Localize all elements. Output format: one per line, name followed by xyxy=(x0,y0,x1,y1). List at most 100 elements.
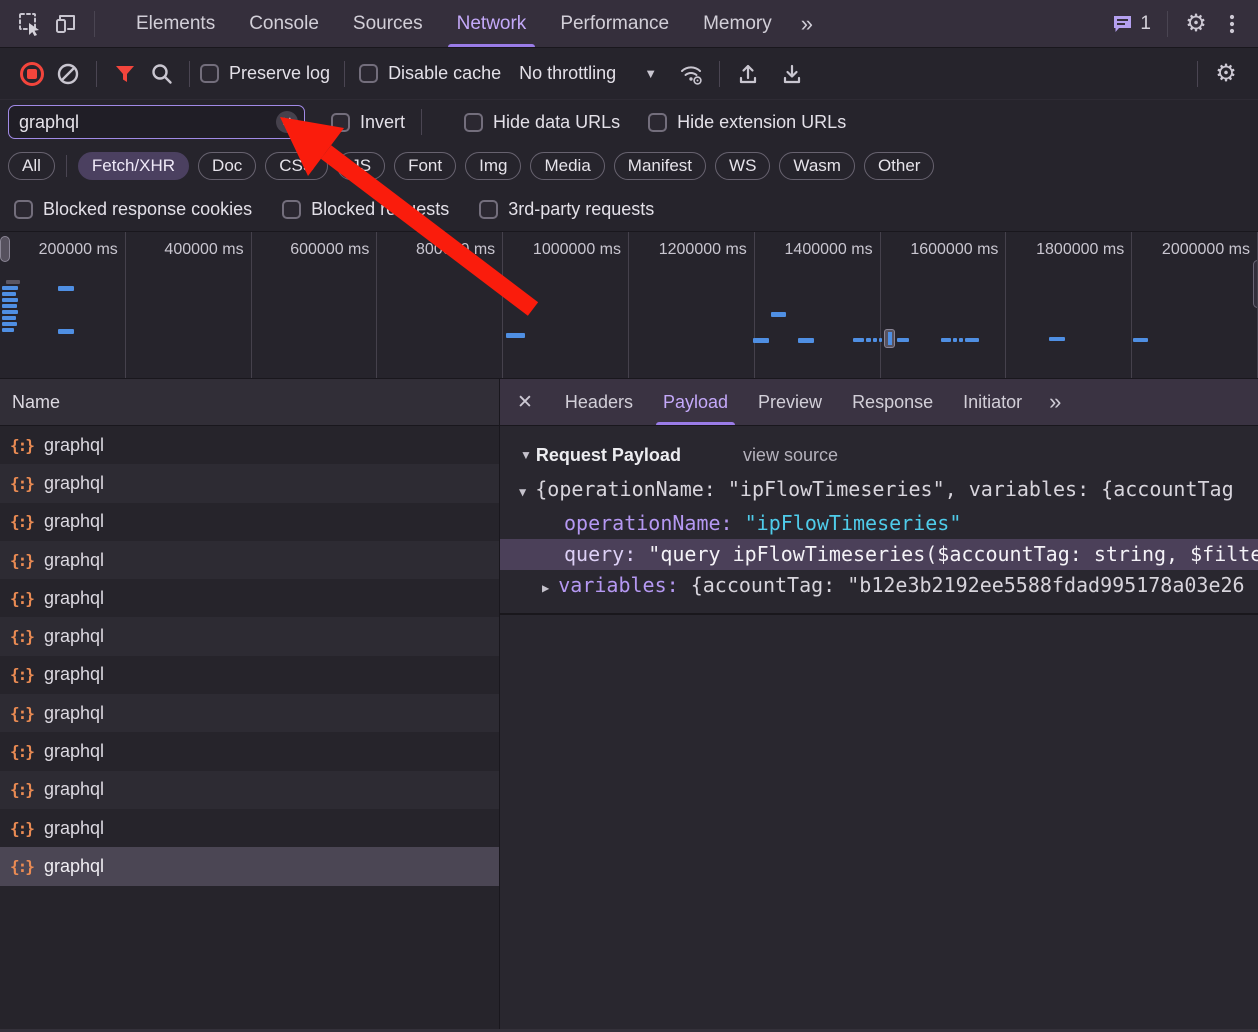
network-conditions-icon[interactable] xyxy=(673,56,709,92)
type-chip-all[interactable]: All xyxy=(8,152,55,180)
type-chip-ws[interactable]: WS xyxy=(715,152,771,180)
export-har-icon[interactable] xyxy=(774,56,810,92)
table-row[interactable]: {:} graphql xyxy=(0,502,499,541)
type-chip-css[interactable]: CSS xyxy=(265,152,329,180)
invert-option[interactable]: Invert xyxy=(331,112,405,133)
payload-root-node[interactable]: ▼ {operationName: "ipFlowTimeseries", var… xyxy=(500,474,1258,508)
import-har-icon[interactable] xyxy=(730,56,766,92)
timeline-tick-10: 2000000 ms xyxy=(1132,232,1258,378)
detail-tab-initiator[interactable]: Initiator xyxy=(948,379,1037,425)
timeline-request-bar xyxy=(897,338,909,342)
kebab-menu-icon[interactable] xyxy=(1214,6,1250,42)
view-source-link[interactable]: view source xyxy=(743,445,838,466)
option-blocked-response-cookies[interactable]: Blocked response cookies xyxy=(14,199,252,220)
close-details-icon[interactable]: ✕ xyxy=(500,391,550,414)
main-tab-network[interactable]: Network xyxy=(440,0,544,47)
table-row[interactable]: {:} graphql xyxy=(0,655,499,695)
record-network-log-icon[interactable] xyxy=(14,56,50,92)
device-toolbar-icon[interactable] xyxy=(48,6,84,42)
request-payload-title: Request Payload xyxy=(535,444,681,465)
type-chip-other[interactable]: Other xyxy=(863,152,935,180)
main-tab-memory[interactable]: Memory xyxy=(686,0,789,47)
type-chip-js[interactable]: JS xyxy=(337,152,386,180)
clear-filter-icon[interactable]: ✕ xyxy=(276,111,298,133)
hide-data-urls-checkbox[interactable] xyxy=(464,112,484,132)
issues-counter[interactable]: 1 xyxy=(1106,13,1157,35)
detail-tab-preview[interactable]: Preview xyxy=(743,379,837,425)
divider xyxy=(1167,10,1168,37)
hide-extension-urls-option[interactable]: Hide extension URLs xyxy=(648,112,846,133)
extra-filter-options: Blocked response cookies Blocked requests… xyxy=(0,188,1258,232)
timeline-request-bar xyxy=(2,304,17,308)
table-row[interactable]: {:} graphql xyxy=(0,770,499,809)
table-row[interactable]: {:} graphql xyxy=(0,847,499,886)
type-chip-wasm[interactable]: Wasm xyxy=(779,152,855,180)
type-chip-img[interactable]: Img xyxy=(465,152,522,180)
main-tab-elements[interactable]: Elements xyxy=(119,0,232,47)
type-chip-media[interactable]: Media xyxy=(530,152,605,180)
detail-tab-headers[interactable]: Headers xyxy=(550,379,648,425)
filter-funnel-icon[interactable] xyxy=(107,56,143,92)
table-row[interactable]: {:} graphql xyxy=(0,732,499,771)
expand-node-icon[interactable]: ▶ xyxy=(542,581,549,595)
hide-extension-urls-checkbox[interactable] xyxy=(648,112,668,132)
timeline-request-bar xyxy=(853,338,864,342)
search-icon[interactable] xyxy=(143,56,179,92)
inspect-element-icon[interactable] xyxy=(12,6,48,42)
collapse-node-icon[interactable]: ▼ xyxy=(519,485,526,499)
request-name: graphql xyxy=(44,664,105,685)
type-chip-manifest[interactable]: Manifest xyxy=(613,152,707,180)
more-panels-icon[interactable]: » xyxy=(789,0,825,47)
payload-variables-node[interactable]: ▶ variables: {accountTag: "b12e3b2192ee55… xyxy=(500,570,1258,604)
table-row[interactable]: {:} graphql xyxy=(0,694,499,733)
disable-cache-option[interactable]: Disable cache xyxy=(359,63,501,84)
table-row[interactable]: {:} graphql xyxy=(0,808,499,848)
preserve-log-option[interactable]: Preserve log xyxy=(200,63,330,84)
main-tab-performance[interactable]: Performance xyxy=(543,0,686,47)
checkbox[interactable] xyxy=(479,200,499,219)
payload-operation-name[interactable]: operationName: "ipFlowTimeseries" xyxy=(500,508,1258,539)
name-column-header[interactable]: Name xyxy=(0,379,499,426)
main-tab-sources[interactable]: Sources xyxy=(336,0,440,47)
type-chip-fetch-xhr[interactable]: Fetch/XHR xyxy=(77,152,190,180)
table-row[interactable]: {:} graphql xyxy=(0,464,499,503)
clear-network-log-icon[interactable] xyxy=(50,56,86,92)
network-filter-row: ✕ Invert Hide data URLs Hide extension U… xyxy=(0,100,1258,144)
timeline-request-bar xyxy=(953,338,957,342)
payload-query-selected[interactable]: query: "query ipFlowTimeseries($accountT… xyxy=(500,539,1258,570)
table-row[interactable]: {:} graphql xyxy=(0,617,499,656)
table-row[interactable]: {:} graphql xyxy=(0,540,499,580)
network-settings-gear-icon[interactable]: ⚙ xyxy=(1208,56,1244,92)
timeline-request-bar xyxy=(2,292,16,296)
more-detail-tabs-icon[interactable]: » xyxy=(1037,379,1073,425)
settings-gear-icon[interactable]: ⚙ xyxy=(1178,6,1214,42)
request-details-tabs: ✕ Headers Payload Preview Response Initiator… xyxy=(500,379,1258,426)
timeline-request-bar xyxy=(771,312,786,317)
type-chip-font[interactable]: Font xyxy=(394,152,457,180)
detail-tab-response[interactable]: Response xyxy=(837,379,948,425)
detail-tab-payload[interactable]: Payload xyxy=(648,379,743,425)
table-row[interactable]: {:} graphql xyxy=(0,579,499,618)
collapse-section-icon[interactable]: ▼ xyxy=(520,448,532,462)
checkbox[interactable] xyxy=(14,200,33,219)
option-3rd-party-requests[interactable]: 3rd-party requests xyxy=(479,199,654,220)
hide-data-urls-label: Hide data URLs xyxy=(493,111,621,132)
json-file-icon: {:} xyxy=(10,512,35,532)
request-name: graphql xyxy=(44,511,105,532)
filter-input[interactable] xyxy=(8,105,305,139)
preserve-log-checkbox[interactable] xyxy=(200,64,219,83)
option-blocked-requests[interactable]: Blocked requests xyxy=(282,199,449,220)
resource-type-filters: All Fetch/XHR Doc CSS JS Font Img Media Manifest… xyxy=(0,144,1258,188)
throttling-dropdown[interactable]: No throttling ▼ xyxy=(519,63,657,84)
json-file-icon: {:} xyxy=(10,627,35,647)
network-overview-timeline[interactable]: 200000 ms 400000 ms 600000 ms 800000 ms 1000… xyxy=(0,232,1258,379)
table-row[interactable]: {:} graphql xyxy=(0,426,499,465)
main-tab-console[interactable]: Console xyxy=(232,0,336,47)
checkbox[interactable] xyxy=(282,200,302,219)
json-file-icon: {:} xyxy=(10,703,35,723)
hide-data-urls-option[interactable]: Hide data URLs xyxy=(464,112,620,133)
type-chip-doc[interactable]: Doc xyxy=(198,152,257,180)
timeline-request-bar xyxy=(2,316,16,320)
invert-checkbox[interactable] xyxy=(331,112,350,132)
disable-cache-checkbox[interactable] xyxy=(359,64,379,83)
